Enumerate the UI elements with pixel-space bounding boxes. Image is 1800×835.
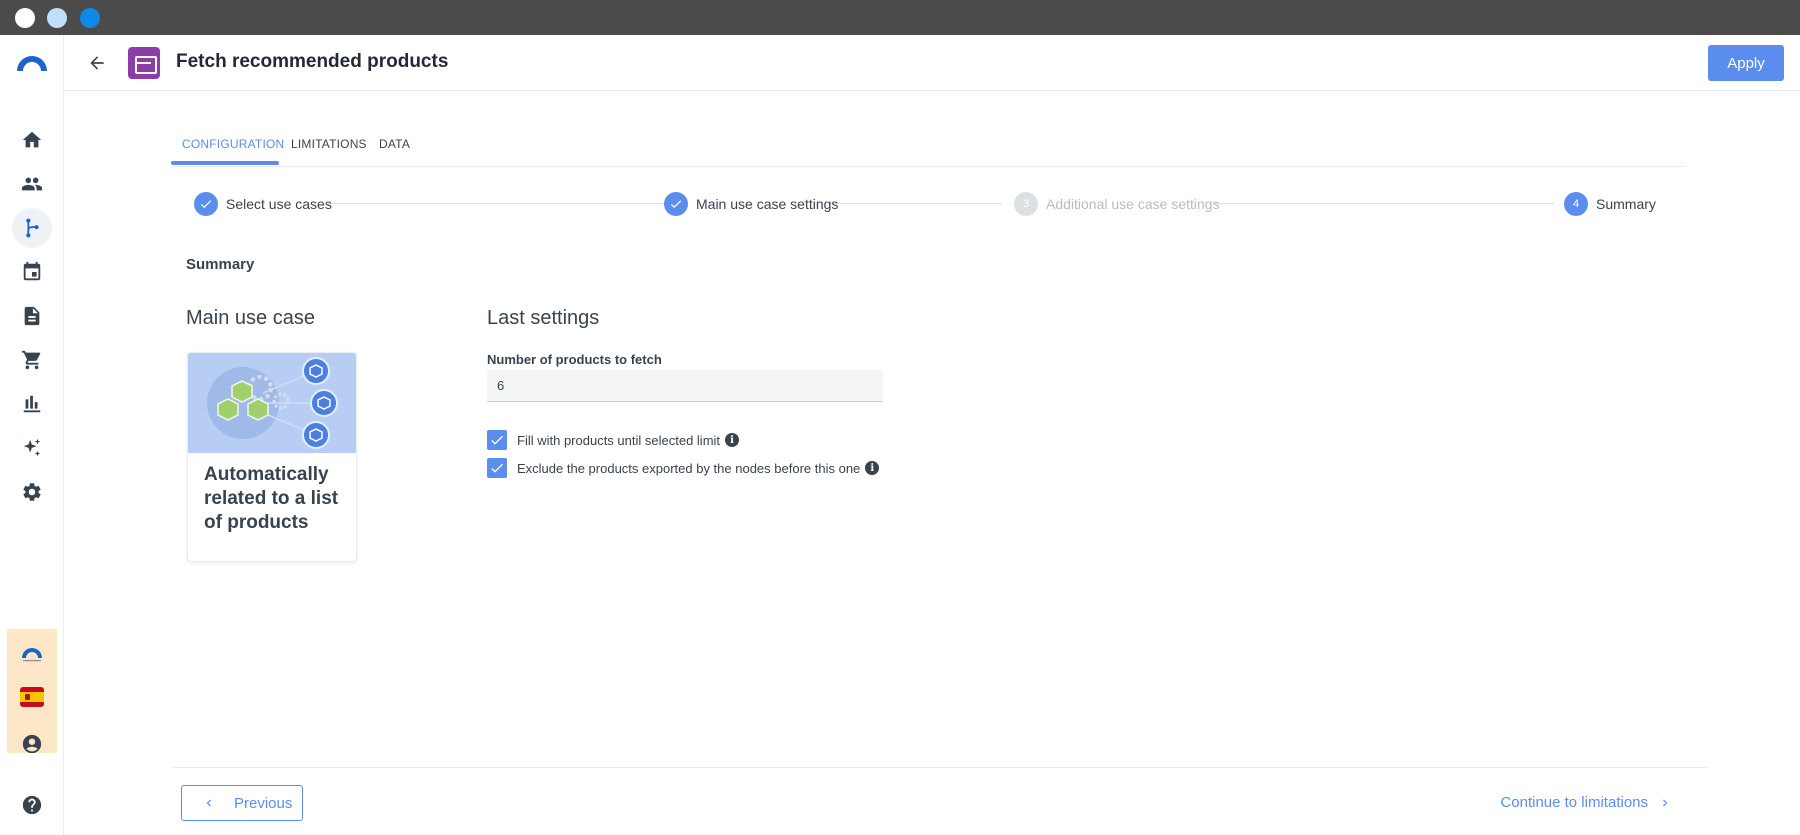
sidebar-item-people[interactable]	[12, 164, 52, 204]
check-icon	[491, 463, 503, 473]
node-type-icon	[128, 47, 160, 79]
step-2-check-icon	[664, 192, 688, 216]
tab-bar: CONFIGURATION LIMITATIONS DATA	[171, 123, 1686, 167]
home-icon	[22, 131, 42, 148]
step-number: 4	[1564, 192, 1588, 216]
workflow-icon	[26, 218, 39, 238]
spain-flag-icon	[20, 687, 44, 707]
arrow-left-icon	[90, 56, 104, 70]
sidebar-item-settings[interactable]	[12, 472, 52, 512]
use-case-card[interactable]: Automatically related to a list of produ…	[187, 352, 357, 562]
account-icon	[22, 734, 42, 754]
brand-logo	[22, 648, 42, 662]
check-icon	[491, 435, 503, 445]
apply-button[interactable]: Apply	[1708, 45, 1784, 81]
sidebar-item-account[interactable]	[12, 724, 52, 764]
main-use-case-heading: Main use case	[186, 307, 315, 329]
sidebar	[0, 35, 64, 835]
page-title: Fetch recommended products	[176, 51, 449, 72]
people-icon	[21, 177, 43, 191]
tab-limitations[interactable]: LIMITATIONS	[291, 137, 367, 151]
exclude-exported-label: Exclude the products exported by the nod…	[517, 460, 861, 476]
window-maximize-button[interactable]	[80, 8, 100, 28]
step-connector	[830, 203, 1002, 204]
sparkle-icon	[23, 438, 41, 457]
last-settings-heading: Last settings	[487, 307, 600, 329]
window-close-button[interactable]	[15, 8, 35, 28]
info-icon[interactable]: i	[865, 461, 880, 475]
exclude-exported-checkbox[interactable]	[487, 458, 507, 478]
fill-limit-option: Fill with products until selected limit …	[487, 430, 740, 450]
sidebar-item-home[interactable]	[12, 120, 52, 160]
step-number: 3	[1014, 192, 1038, 216]
tab-data[interactable]: DATA	[379, 137, 410, 151]
sidebar-item-help[interactable]	[12, 785, 52, 825]
back-button[interactable]	[84, 50, 110, 76]
sidebar-item-cart[interactable]	[12, 340, 52, 380]
step-label: Summary	[1596, 196, 1656, 212]
sidebar-item-workflows[interactable]	[12, 208, 52, 248]
previous-button-label: Previous	[234, 794, 293, 812]
step-connector	[1214, 203, 1554, 204]
window-minimize-button[interactable]	[47, 8, 67, 28]
gear-icon	[23, 483, 41, 501]
section-title: Summary	[186, 256, 255, 273]
stepper: Select use cases Main use case settings …	[194, 190, 1656, 218]
window-titlebar	[0, 0, 1800, 35]
help-icon	[22, 795, 42, 815]
products-count-input[interactable]	[487, 370, 883, 402]
chevron-right-icon	[1658, 796, 1672, 810]
sidebar-item-calendar[interactable]	[12, 252, 52, 292]
previous-button[interactable]: Previous	[181, 785, 303, 821]
step-connector	[328, 203, 666, 204]
info-icon[interactable]: i	[725, 433, 740, 447]
products-illustration	[188, 353, 356, 453]
fill-limit-label: Fill with products until selected limit	[517, 432, 721, 448]
exclude-exported-option: Exclude the products exported by the nod…	[487, 458, 880, 478]
use-case-card-title: Automatically related to a list of produ…	[204, 464, 339, 533]
step-1-check-icon	[194, 192, 218, 216]
document-icon	[24, 306, 40, 326]
page-header: Fetch recommended products Apply	[64, 35, 1800, 91]
sidebar-item-ai[interactable]	[12, 428, 52, 468]
app-logo-icon[interactable]	[14, 49, 50, 75]
active-tab-indicator	[171, 161, 279, 165]
bar-chart-icon	[23, 395, 41, 413]
chevron-left-icon	[202, 796, 216, 810]
fill-limit-checkbox[interactable]	[487, 430, 507, 450]
continue-button-label: Continue to limitations	[1500, 794, 1648, 811]
step-label: Main use case settings	[696, 196, 839, 212]
step-label: Additional use case settings	[1046, 196, 1220, 212]
sidebar-item-documents[interactable]	[12, 296, 52, 336]
cart-icon	[21, 350, 41, 370]
calendar-icon	[23, 261, 41, 281]
continue-button[interactable]: Continue to limitations	[1500, 794, 1672, 811]
products-count-label: Number of products to fetch	[487, 352, 662, 367]
step-label: Select use cases	[226, 196, 332, 212]
tab-configuration[interactable]: CONFIGURATION	[182, 137, 284, 151]
wizard-footer: Previous Continue to limitations	[171, 767, 1708, 835]
sidebar-item-analytics[interactable]	[12, 384, 52, 424]
